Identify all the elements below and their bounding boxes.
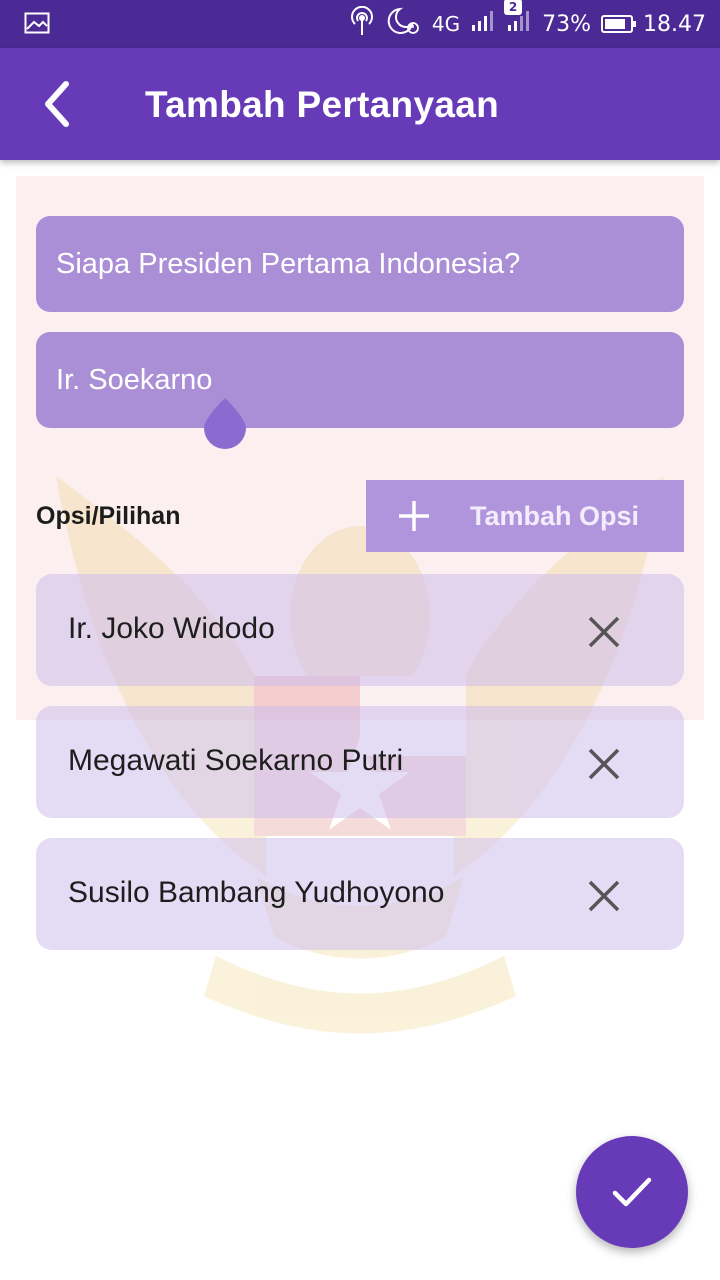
battery-icon [601,15,637,33]
option-item[interactable]: Susilo Bambang Yudhoyono [36,838,684,950]
option-label: Susilo Bambang Yudhoyono [68,876,445,909]
page-title: Tambah Pertanyaan [145,84,499,125]
sim-badge: 2 [504,0,523,15]
add-option-button[interactable]: Tambah Opsi [366,480,684,552]
app-bar: Tambah Pertanyaan [0,48,720,160]
status-bar: 4G 2 73% 18.47 [0,0,720,48]
save-fab-button[interactable] [576,1136,688,1248]
correct-answer-field[interactable]: Ir. Soekarno [36,332,684,428]
remove-option-icon[interactable] [584,744,624,784]
signal-icon [470,9,496,39]
add-option-label: Tambah Opsi [470,501,640,531]
remove-option-icon[interactable] [584,612,624,652]
signal-sim2: 2 [504,0,532,39]
option-item[interactable]: Megawati Soekarno Putri [36,706,684,818]
gallery-icon [24,12,50,40]
option-item[interactable]: Ir. Joko Widodo [36,574,684,686]
hotspot-icon [348,5,376,42]
remove-option-icon[interactable] [584,876,624,916]
back-button[interactable] [30,78,82,130]
text-cursor-handle[interactable] [202,396,248,450]
check-icon [612,1177,652,1207]
options-label: Opsi/Pilihan [36,502,181,530]
plus-icon [399,501,429,531]
back-arrow-icon [45,81,69,127]
option-label: Megawati Soekarno Putri [68,744,404,777]
moon-alarm-icon [386,6,422,42]
answer-text: Ir. Soekarno [56,363,213,396]
question-field[interactable]: Siapa Presiden Pertama Indonesia? [36,216,684,312]
battery-percent: 73% [542,11,592,37]
clock: 18.47 [643,11,706,37]
network-type: 4G [431,12,461,36]
option-label: Ir. Joko Widodo [68,612,275,645]
question-text: Siapa Presiden Pertama Indonesia? [56,247,521,280]
